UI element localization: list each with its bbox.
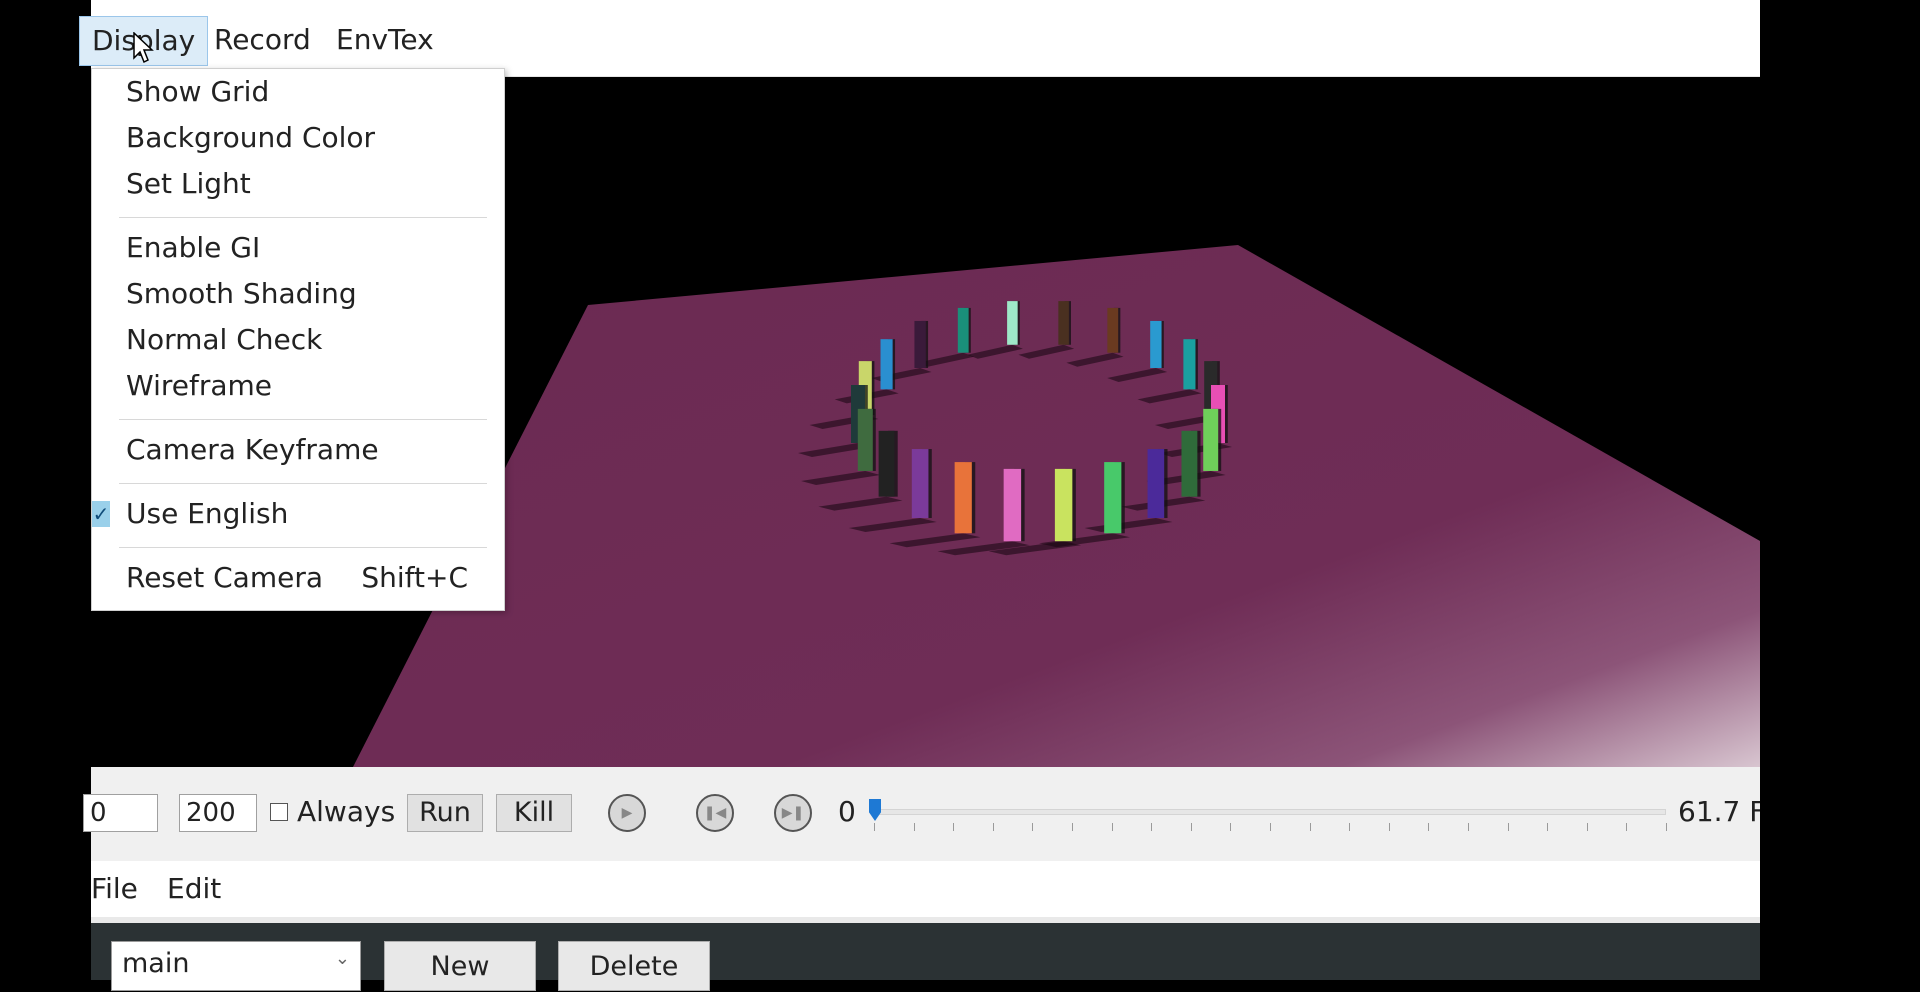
timeline-tick — [1507, 823, 1509, 831]
timeline-tick — [1190, 823, 1192, 831]
timeline-tick — [1626, 823, 1628, 831]
menu-item-use-english[interactable]: ✓ Use English — [92, 491, 504, 537]
kill-button[interactable]: Kill — [496, 794, 572, 832]
timeline-tick — [1032, 823, 1034, 831]
menu-record[interactable]: Record — [202, 20, 323, 60]
domino-block — [954, 462, 972, 534]
domino-block — [1183, 339, 1196, 390]
menu-item-enable-gi[interactable]: Enable GI — [92, 225, 504, 271]
menu-item-label: Enable GI — [126, 231, 261, 264]
step-back-button[interactable]: ❚◀ — [696, 794, 734, 832]
fps-readout: 61.7 FP — [1678, 795, 1760, 828]
timeline-tick — [1428, 823, 1430, 831]
menu-item-smooth-shading[interactable]: Smooth Shading — [92, 271, 504, 317]
menu-item-label: Wireframe — [126, 369, 273, 402]
run-button[interactable]: Run — [407, 794, 483, 832]
menu-envtex[interactable]: EnvTex — [324, 20, 446, 60]
new-button[interactable]: New — [384, 941, 536, 991]
timeline-tick — [953, 823, 955, 831]
menu-item-shortcut: Shift+C — [361, 561, 468, 594]
timeline-tick — [1547, 823, 1549, 831]
script-select[interactable]: main ⌄ — [111, 941, 361, 991]
current-frame-label: 0 — [838, 795, 856, 828]
menu-separator — [119, 483, 487, 484]
menu-item-label: Reset Camera — [126, 561, 323, 594]
domino-block — [1147, 449, 1165, 519]
timeline-tick — [874, 823, 875, 831]
menu-item-normal-check[interactable]: Normal Check — [92, 317, 504, 363]
script-select-value: main — [122, 948, 190, 979]
mouse-cursor-icon — [133, 32, 154, 64]
menu-item-label: Camera Keyframe — [126, 433, 379, 466]
step-forward-button[interactable]: ▶❚ — [774, 794, 812, 832]
menu-item-set-light[interactable]: Set Light — [92, 161, 504, 207]
timeline-tick — [1309, 823, 1311, 831]
menu-edit[interactable]: Edit — [167, 869, 221, 909]
top-menubar: Display Record EnvTex — [79, 0, 1760, 77]
menu-item-label: Set Light — [126, 167, 251, 200]
timeline-tick — [992, 823, 994, 831]
domino-block — [1181, 430, 1198, 497]
menu-item-camera-keyframe[interactable]: Camera Keyframe — [92, 427, 504, 473]
always-checkbox[interactable] — [270, 803, 288, 821]
checkmark-icon: ✓ — [92, 501, 110, 527]
timeline-tick — [1151, 823, 1153, 831]
delete-button[interactable]: Delete — [558, 941, 710, 991]
domino-block — [880, 339, 893, 390]
timeline-slider-thumb[interactable] — [869, 799, 881, 821]
domino-block — [1150, 320, 1162, 368]
script-panel: main ⌄ New Delete — [91, 917, 1760, 991]
timeline-tick — [1270, 823, 1271, 831]
menu-item-label: Use English — [126, 497, 289, 530]
display-dropdown-menu: Show Grid Background Color Set Light Ena… — [91, 68, 505, 611]
timeline-tick — [1349, 823, 1351, 831]
timeline-tick — [1666, 823, 1667, 831]
timeline-tick — [1111, 823, 1113, 831]
timeline-tick — [1468, 823, 1469, 831]
domino-block — [1007, 301, 1018, 345]
domino-block — [911, 449, 929, 519]
chevron-down-icon: ⌄ — [334, 948, 350, 969]
menu-item-label: Smooth Shading — [126, 277, 357, 310]
domino-block — [1107, 307, 1119, 353]
step-back-icon: ❚◀ — [703, 805, 727, 821]
step-forward-icon: ▶❚ — [781, 805, 805, 821]
menu-separator — [119, 419, 487, 420]
domino-block — [957, 307, 969, 353]
timeline-tick — [1388, 823, 1390, 831]
play-button[interactable]: ▶ — [608, 794, 646, 832]
timeline-tick — [1072, 823, 1073, 831]
menu-separator — [119, 547, 487, 548]
timeline-slider-track[interactable] — [874, 809, 1666, 815]
lower-menubar: File Edit — [91, 861, 1760, 917]
timeline-tick — [913, 823, 915, 831]
menu-item-reset-camera[interactable]: Reset Camera Shift+C — [92, 555, 504, 601]
start-frame-input[interactable] — [83, 794, 158, 832]
domino-block — [1054, 468, 1073, 542]
menu-item-wireframe[interactable]: Wireframe — [92, 363, 504, 409]
menu-separator — [119, 217, 487, 218]
domino-block — [1003, 468, 1022, 542]
domino-block — [857, 408, 873, 471]
domino-block — [1203, 408, 1219, 471]
end-frame-input[interactable] — [179, 794, 257, 832]
domino-block — [1058, 301, 1069, 345]
menu-item-label: Show Grid — [126, 75, 270, 108]
domino-block — [878, 430, 895, 497]
timeline-tick — [1230, 823, 1232, 831]
menu-file[interactable]: File — [91, 869, 138, 909]
playback-controls: Always Run Kill ▶ ❚◀ ▶❚ 0 61.7 FP — [83, 767, 1760, 861]
timeline-tick — [1586, 823, 1588, 831]
menu-item-background-color[interactable]: Background Color — [92, 115, 504, 161]
menu-item-label: Background Color — [126, 121, 376, 154]
menu-item-show-grid[interactable]: Show Grid — [92, 69, 504, 115]
domino-block — [914, 320, 926, 368]
always-label: Always — [297, 795, 396, 828]
play-icon: ▶ — [621, 805, 633, 821]
menu-item-label: Normal Check — [126, 323, 323, 356]
domino-block — [1104, 462, 1122, 534]
